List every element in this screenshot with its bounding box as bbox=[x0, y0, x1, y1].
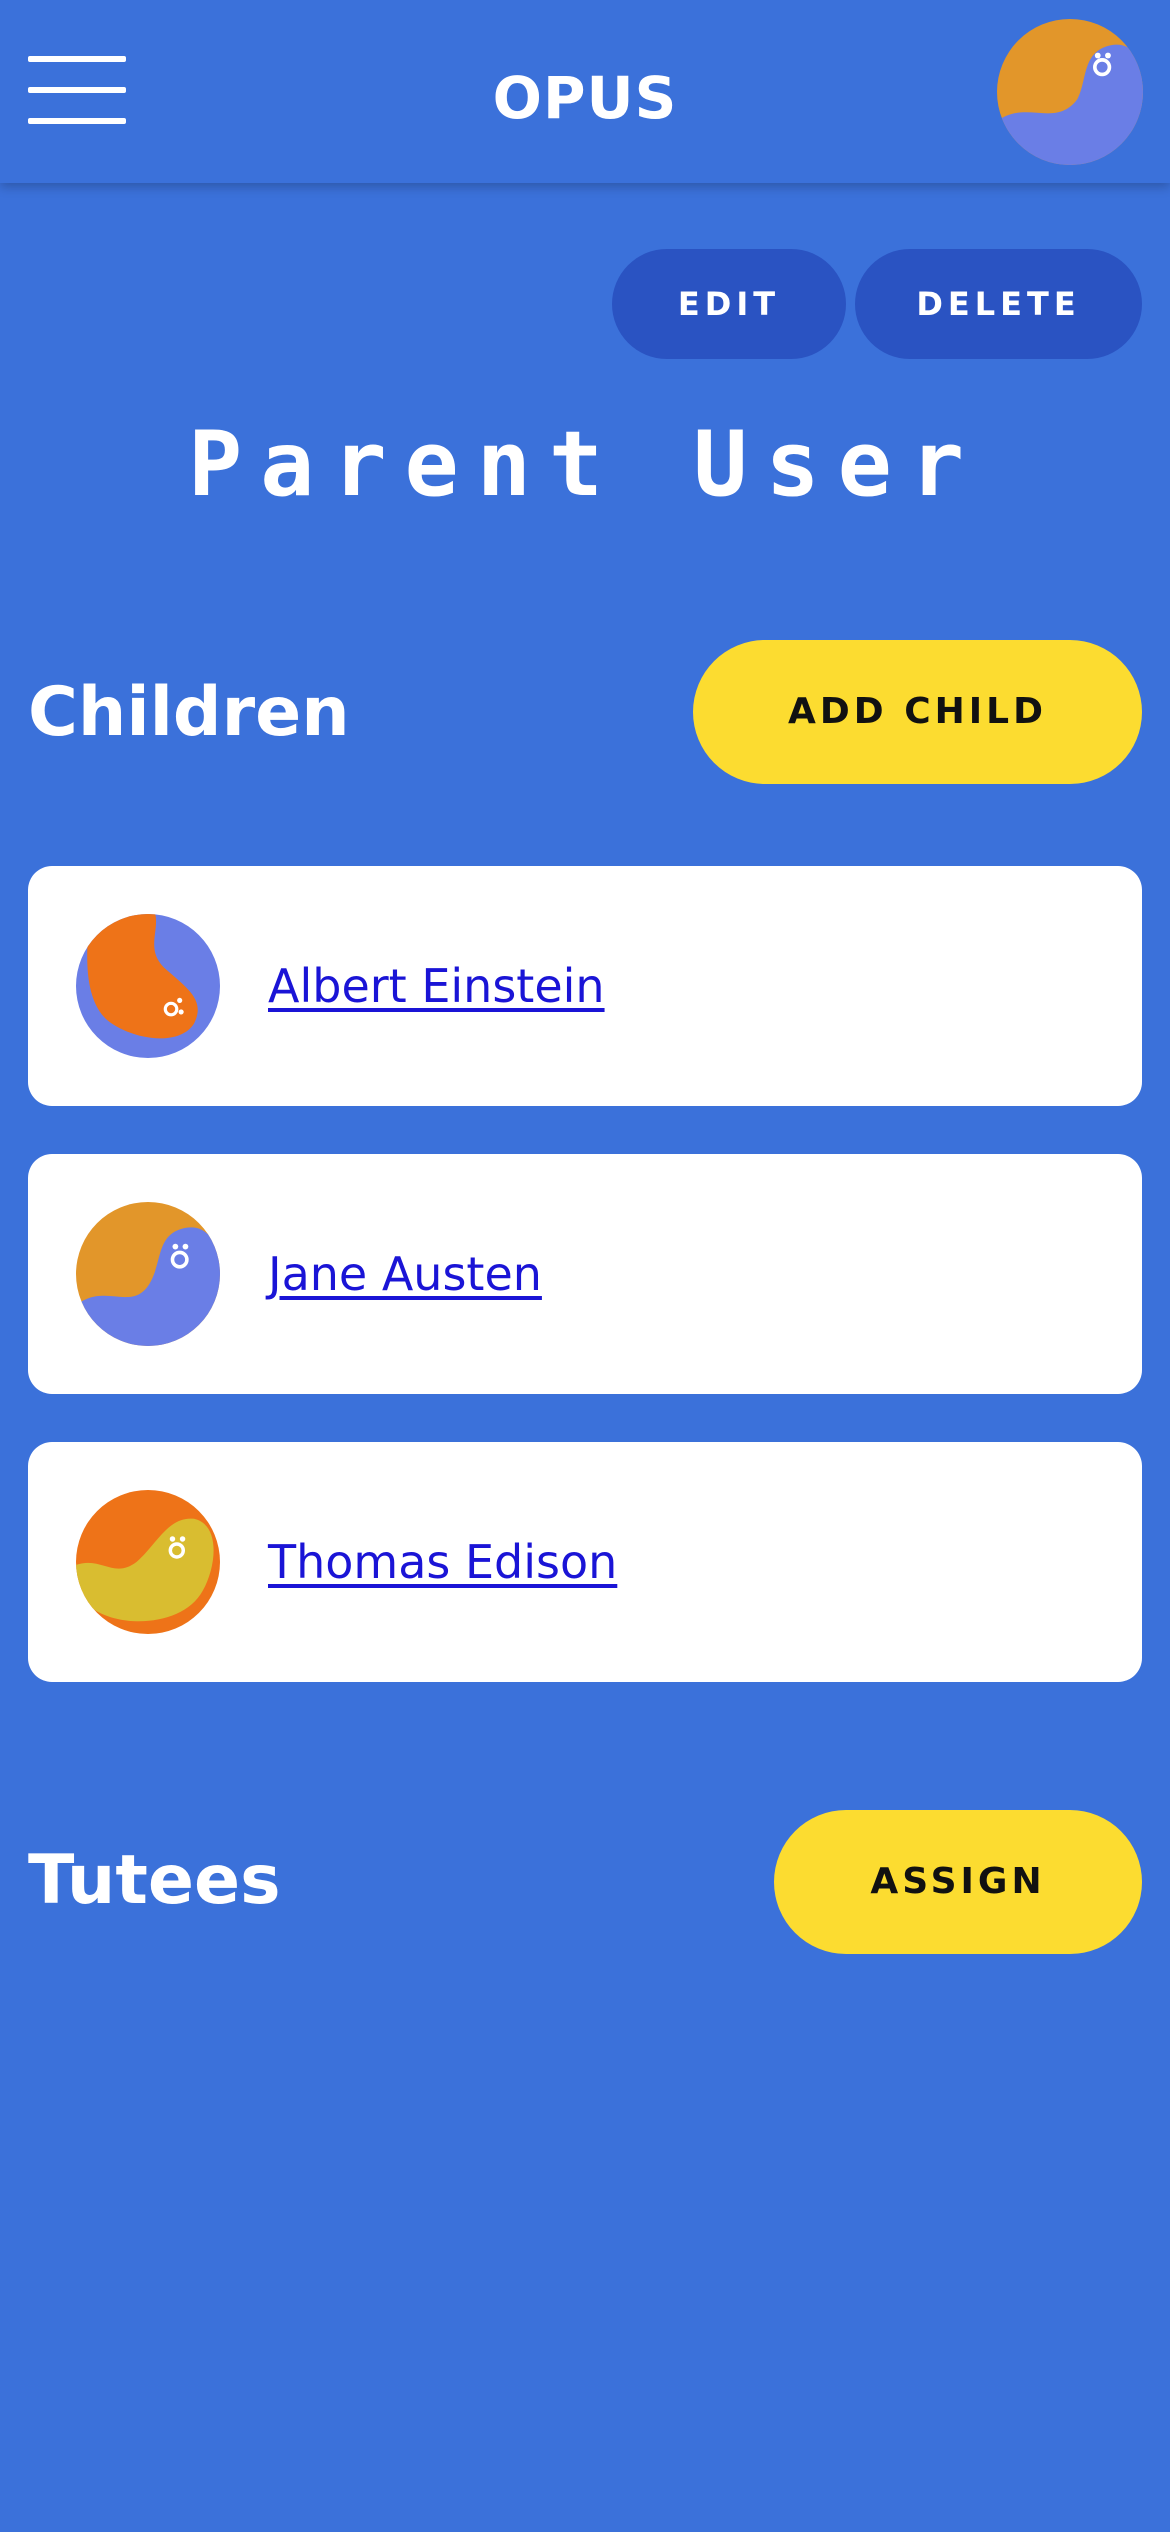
tutees-heading: Tutees bbox=[28, 1841, 281, 1920]
child-avatar bbox=[76, 1202, 220, 1346]
child-card[interactable]: Jane Austen bbox=[28, 1154, 1142, 1394]
edit-button[interactable]: EDIT bbox=[612, 249, 846, 359]
blob-avatar-icon bbox=[76, 1202, 220, 1346]
add-child-button[interactable]: ADD CHILD bbox=[693, 640, 1142, 784]
child-avatar bbox=[76, 914, 220, 1058]
child-name-link[interactable]: Thomas Edison bbox=[268, 1442, 617, 1682]
child-name-link[interactable]: Albert Einstein bbox=[268, 866, 605, 1106]
app-header: OPUS bbox=[0, 0, 1170, 183]
app-logo[interactable]: OPUS bbox=[385, 58, 785, 138]
child-card[interactable]: Albert Einstein bbox=[28, 866, 1142, 1106]
delete-button[interactable]: DELETE bbox=[855, 249, 1142, 359]
blob-avatar-icon bbox=[997, 19, 1143, 165]
hamburger-menu-icon[interactable] bbox=[28, 56, 126, 124]
blob-avatar-icon bbox=[76, 914, 220, 1058]
child-card[interactable]: Thomas Edison bbox=[28, 1442, 1142, 1682]
profile-avatar[interactable] bbox=[997, 19, 1143, 165]
children-heading: Children bbox=[28, 673, 350, 752]
blob-avatar-icon bbox=[76, 1490, 220, 1634]
assign-button[interactable]: ASSIGN bbox=[774, 1810, 1142, 1954]
child-avatar bbox=[76, 1490, 220, 1634]
child-name-link[interactable]: Jane Austen bbox=[268, 1154, 542, 1394]
page-title: Parent User bbox=[187, 412, 983, 517]
